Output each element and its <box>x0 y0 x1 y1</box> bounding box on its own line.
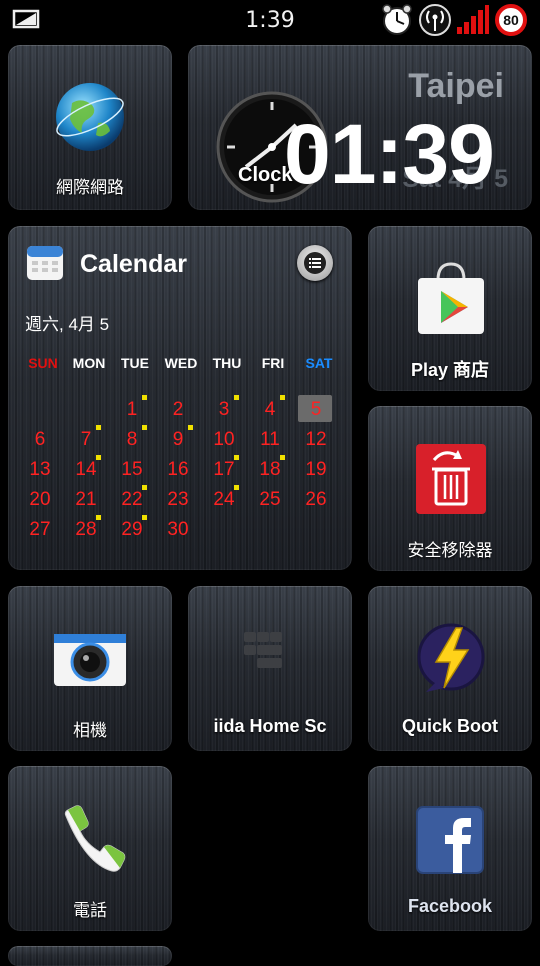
event-marker <box>234 455 239 460</box>
clock-digital-time: 01:39 <box>284 107 495 201</box>
weekday-header-fri: FRI <box>261 355 285 371</box>
calendar-icon <box>27 246 63 280</box>
phone-tile[interactable]: 電話 <box>8 766 172 931</box>
calendar-day-19[interactable]: 19 <box>296 456 336 484</box>
calendar-widget[interactable]: Calendar 週六, 4月 5 SUN MON TUE WED THU FRI SAT 1… <box>8 226 352 570</box>
calendar-day-3[interactable]: 3 <box>204 396 244 424</box>
calendar-day-20[interactable]: 20 <box>20 486 60 514</box>
weekday-header-mon: MON <box>72 355 106 371</box>
signal-strength-icon <box>457 5 489 34</box>
status-bar[interactable]: 1:39 80 <box>0 0 540 40</box>
calendar-day-26[interactable]: 26 <box>296 486 336 514</box>
camera-label: 相機 <box>73 721 107 740</box>
calendar-title: Calendar <box>80 250 187 278</box>
weekday-header-wed: WED <box>164 355 198 371</box>
event-marker <box>96 515 101 520</box>
trash-can-icon <box>416 444 486 514</box>
partial-tile-bottom[interactable] <box>8 946 172 966</box>
calendar-day-7[interactable]: 7 <box>66 426 106 454</box>
calendar-day-30[interactable]: 30 <box>158 516 198 544</box>
phone-label: 電話 <box>73 901 107 920</box>
facebook-label: Facebook <box>407 896 493 916</box>
camera-tile[interactable]: 相機 <box>8 586 172 751</box>
facebook-icon <box>416 806 484 874</box>
event-marker <box>142 425 147 430</box>
calendar-day-25[interactable]: 25 <box>250 486 290 514</box>
calendar-day-6[interactable]: 6 <box>20 426 60 454</box>
calendar-day-28[interactable]: 28 <box>66 516 106 544</box>
broadcast-signal-icon <box>419 4 451 36</box>
alarm-clock-icon <box>382 4 412 35</box>
weekday-header-thu: THU <box>212 355 242 371</box>
event-marker <box>280 395 285 400</box>
calendar-day-12[interactable]: 12 <box>296 426 336 454</box>
calendar-day-8[interactable]: 8 <box>112 426 152 454</box>
calendar-day-29[interactable]: 29 <box>112 516 152 544</box>
quick-boot-tile[interactable]: Quick Boot <box>368 586 532 751</box>
calendar-day-2[interactable]: 2 <box>158 396 198 424</box>
iida-home-tile[interactable]: iida Home Sc <box>188 586 352 751</box>
iida-home-label: iida Home Sc <box>213 716 327 736</box>
event-marker <box>142 395 147 400</box>
play-store-label: Play 商店 <box>410 360 490 380</box>
calendar-day-23[interactable]: 23 <box>158 486 198 514</box>
calendar-day-27[interactable]: 27 <box>20 516 60 544</box>
battery-indicator: 80 <box>494 3 528 37</box>
calendar-day-4[interactable]: 4 <box>250 396 290 424</box>
calendar-day-21[interactable]: 21 <box>66 486 106 514</box>
facebook-tile[interactable]: Facebook <box>368 766 532 931</box>
weekday-header-tue: TUE <box>121 355 149 371</box>
calendar-day-24[interactable]: 24 <box>204 486 244 514</box>
calendar-current-date: 週六, 4月 5 <box>25 315 110 334</box>
calendar-day-1[interactable]: 1 <box>112 396 152 424</box>
play-store-tile[interactable]: Play 商店 <box>368 226 532 391</box>
event-marker <box>142 515 147 520</box>
camera-icon <box>54 634 126 686</box>
event-marker <box>96 455 101 460</box>
calendar-day-17[interactable]: 17 <box>204 456 244 484</box>
lightning-bolt-icon <box>417 623 485 692</box>
calendar-day-5[interactable]: 5 <box>296 396 336 424</box>
calendar-menu-button[interactable] <box>297 245 333 281</box>
weekday-header-sun: SUN <box>28 355 58 371</box>
quick-boot-label: Quick Boot <box>401 716 498 736</box>
event-marker <box>142 485 147 490</box>
calendar-day-14[interactable]: 14 <box>66 456 106 484</box>
calendar-day-16[interactable]: 16 <box>158 456 198 484</box>
weekday-header-sat: SAT <box>305 355 333 371</box>
calendar-day-15[interactable]: 15 <box>112 456 152 484</box>
internet-label: 網際網路 <box>56 178 124 197</box>
calendar-day-18[interactable]: 18 <box>250 456 290 484</box>
phone-handset-icon <box>64 805 126 872</box>
event-marker <box>188 425 193 430</box>
event-marker <box>234 485 239 490</box>
calendar-day-22[interactable]: 22 <box>112 486 152 514</box>
globe-icon <box>56 83 124 151</box>
calendar-day-10[interactable]: 10 <box>204 426 244 454</box>
event-marker <box>280 455 285 460</box>
clock-tile[interactable]: Taipei Sat 4月 5 Clock 01:39 <box>188 45 532 210</box>
event-marker <box>96 425 101 430</box>
event-marker <box>234 395 239 400</box>
uninstaller-label: 安全移除器 <box>407 541 493 560</box>
calendar-day-13[interactable]: 13 <box>20 456 60 484</box>
list-icon <box>304 252 326 274</box>
calendar-day-9[interactable]: 9 <box>158 426 198 454</box>
iida-home-grid-icon <box>244 632 282 668</box>
play-store-bag-icon <box>418 262 484 334</box>
battery-level: 80 <box>503 12 519 28</box>
internet-tile[interactable]: 網際網路 <box>8 45 172 210</box>
calendar-day-11[interactable]: 11 <box>250 426 290 454</box>
clock-city: Taipei <box>408 67 504 105</box>
uninstaller-tile[interactable]: 安全移除器 <box>368 406 532 571</box>
